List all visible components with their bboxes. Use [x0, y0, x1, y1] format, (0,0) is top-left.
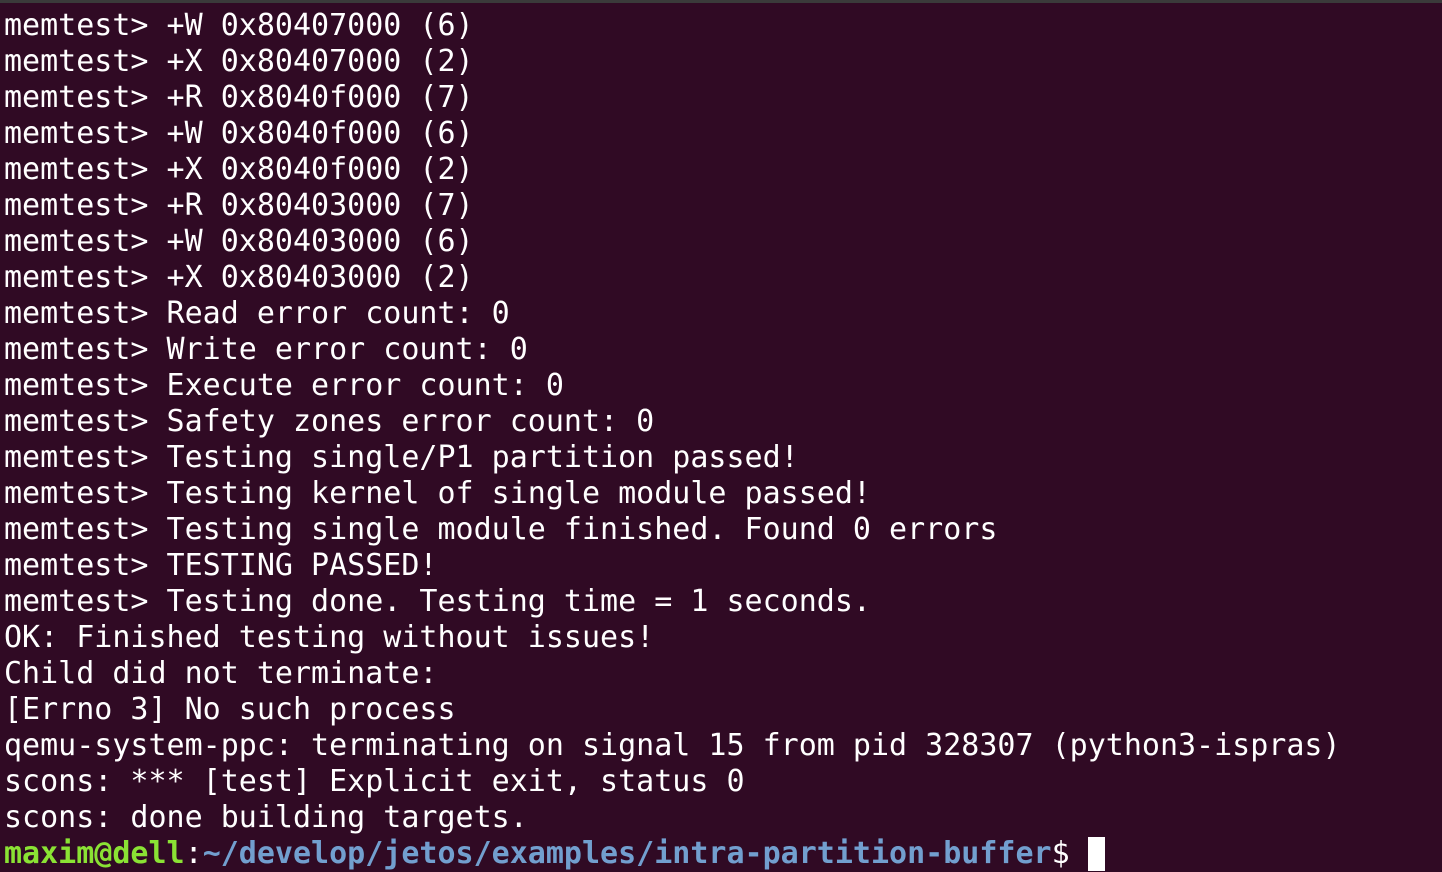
prompt-path: ~/develop/jetos/examples/intra-partition… — [202, 836, 1052, 871]
terminal-line: memtest> +R 0x8040f000 (7) — [4, 80, 474, 115]
terminal-line: memtest> TESTING PASSED! — [4, 548, 438, 583]
terminal-line: memtest> Testing done. Testing time = 1 … — [4, 584, 871, 619]
terminal-line: memtest> +X 0x80403000 (2) — [4, 260, 474, 295]
terminal-line: scons: done building targets. — [4, 800, 528, 835]
terminal-window[interactable]: memtest> +W 0x80407000 (6) memtest> +X 0… — [0, 0, 1442, 872]
terminal-line: memtest> Testing single module finished.… — [4, 512, 998, 547]
terminal-line: memtest> Safety zones error count: 0 — [4, 404, 655, 439]
prompt-separator: : — [184, 836, 203, 871]
terminal-line: memtest> +W 0x80403000 (6) — [4, 224, 474, 259]
prompt-symbol: $ — [1051, 836, 1070, 871]
terminal-line: memtest> Execute error count: 0 — [4, 368, 564, 403]
terminal-line: [Errno 3] No such process — [4, 692, 456, 727]
terminal-line: OK: Finished testing without issues! — [4, 620, 655, 655]
text-cursor[interactable] — [1087, 837, 1105, 871]
terminal-line: memtest> +W 0x80407000 (6) — [4, 8, 474, 43]
terminal-line: memtest> +R 0x80403000 (7) — [4, 188, 474, 223]
terminal-line: memtest> +X 0x8040f000 (2) — [4, 152, 474, 187]
terminal-line: memtest> Read error count: 0 — [4, 296, 510, 331]
terminal-line: memtest> Testing kernel of single module… — [4, 476, 871, 511]
terminal-line: memtest> Write error count: 0 — [4, 332, 528, 367]
terminal-line: memtest> Testing single/P1 partition pas… — [4, 440, 799, 475]
prompt-line[interactable]: maxim@dell:~/develop/jetos/examples/intr… — [4, 836, 1442, 872]
terminal-output: memtest> +W 0x80407000 (6) memtest> +X 0… — [4, 8, 1442, 872]
terminal-line: qemu-system-ppc: terminating on signal 1… — [4, 728, 1341, 763]
terminal-line: memtest> +W 0x8040f000 (6) — [4, 116, 474, 151]
terminal-line: memtest> +X 0x80407000 (2) — [4, 44, 474, 79]
prompt-user-host: maxim@dell — [4, 836, 185, 871]
terminal-line: Child did not terminate: — [4, 656, 438, 691]
terminal-line: scons: *** [test] Explicit exit, status … — [4, 764, 745, 799]
